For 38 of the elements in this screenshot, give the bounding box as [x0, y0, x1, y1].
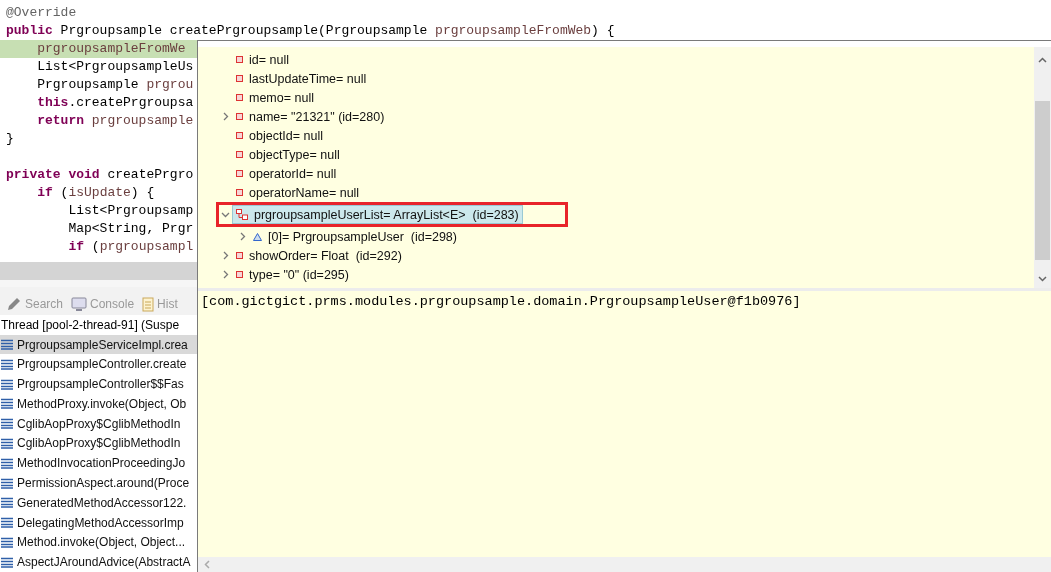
stack-frame-item[interactable]: AspectJAroundAdvice(AbstractA — [0, 552, 197, 572]
stack-frame-item[interactable]: Method.invoke(Object, Object... — [0, 532, 197, 553]
variable-item[interactable]: id= null — [232, 50, 293, 69]
variable-item[interactable]: name= "21321" (id=280) — [232, 107, 389, 126]
variable-item[interactable]: objectId= null — [232, 126, 327, 145]
variable-item[interactable]: objectType= null — [232, 145, 344, 164]
code-line: this.createPrgroupsa — [36, 94, 194, 112]
code-line: if (prgroupsampl — [67, 238, 194, 256]
variable-item[interactable]: type= "0" (id=295) — [232, 265, 353, 284]
code-line: List<Prgroupsamp — [67, 202, 194, 220]
variable-item[interactable]: prgroupsampleUserList= ArrayList<E> (id=283) — [232, 205, 523, 224]
variable-item[interactable]: showOrder= Float (id=292) — [232, 246, 406, 265]
stack-frame-item[interactable]: PrgroupsampleController.create — [0, 354, 197, 375]
code-line: private void createPrgro — [5, 166, 194, 184]
variable-item[interactable]: [0]= PrgroupsampleUser (id=298) — [249, 227, 461, 246]
code-line: public Prgroupsample createPrgroupsample(Prgroupsample prgroupsampleFromWeb) { — [5, 22, 615, 40]
stack-frame-item[interactable]: GeneratedMethodAccessor122. — [0, 492, 197, 513]
stack-frame-item[interactable]: PrgroupsampleServiceImpl.crea — [0, 334, 197, 355]
stack-frame-item[interactable]: MethodProxy.invoke(Object, Ob — [0, 394, 197, 414]
variable-item[interactable]: operatorName= null — [232, 183, 364, 202]
code-line: Prgroupsample prgrou — [36, 76, 194, 94]
code-line: Map<String, Prgr — [67, 220, 194, 238]
code-line: @Override — [5, 4, 77, 22]
stack-frame-item[interactable]: PrgroupsampleController$$Fas — [0, 374, 197, 394]
variable-item[interactable]: memo= null — [232, 88, 318, 107]
code-line: List<PrgroupsampleUs — [36, 58, 194, 76]
stack-frame-item[interactable]: CglibAopProxy$CglibMethodIn — [0, 433, 197, 454]
code-line: } — [5, 130, 14, 148]
detail-text: [com.gictgict.prms.modules.prgroupsample.domain.PrgroupsampleUser@f1b0976] — [201, 294, 802, 309]
stack-frame-item[interactable]: MethodInvocationProceedingJo — [0, 453, 197, 474]
code-line: return prgroupsample — [36, 112, 194, 130]
code-line: if (isUpdate) { — [36, 184, 155, 202]
variable-item[interactable]: lastUpdateTime= null — [232, 69, 371, 88]
stack-frame-item[interactable]: DelegatingMethodAccessorImp — [0, 512, 197, 533]
stack-frame-item[interactable]: PermissionAspect.around(Proce — [0, 473, 197, 493]
stack-frame-item[interactable]: CglibAopProxy$CglibMethodIn — [0, 413, 197, 434]
thread-label[interactable]: Thread [pool-2-thread-91] (Suspe — [0, 314, 180, 335]
variable-item[interactable]: operatorId= null — [232, 164, 341, 183]
